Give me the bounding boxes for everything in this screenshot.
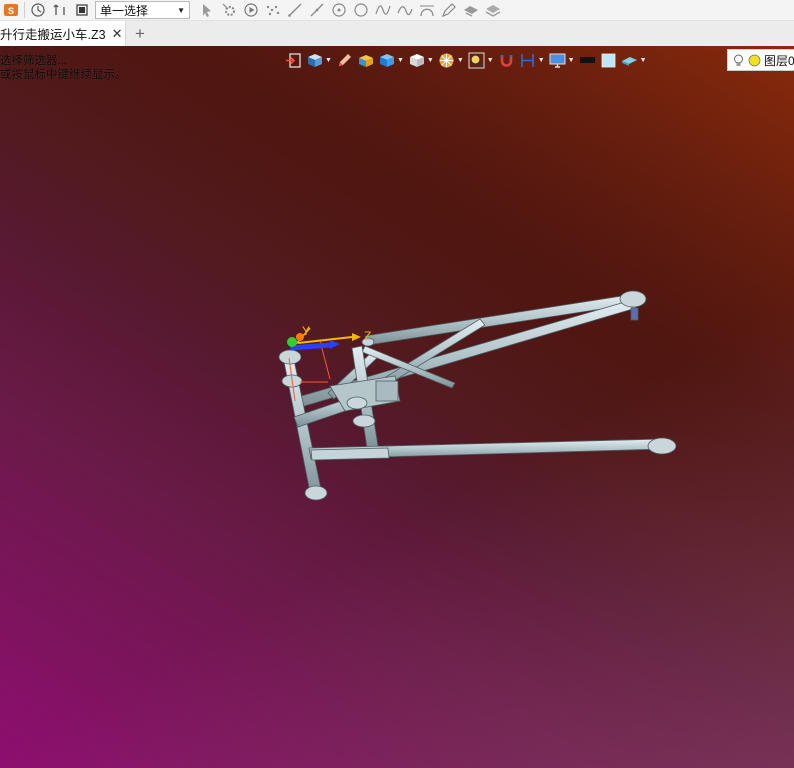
view-toolbar: ▼ ▼ ▼ ▼ ▼ ▼ ▼ ▼	[285, 49, 651, 71]
toolbar-separator	[24, 2, 25, 18]
chevron-down-icon: ▼	[567, 56, 575, 64]
white-cube-icon[interactable]: ▼	[408, 49, 434, 71]
selection-mode-select[interactable]: 单一选择 ▼	[95, 1, 190, 19]
section-icon[interactable]: ▼	[519, 49, 545, 71]
play-icon[interactable]	[240, 0, 262, 20]
layer-label: 图层0	[764, 53, 794, 68]
circle-icon[interactable]	[350, 0, 372, 20]
layer-color-icon	[748, 54, 761, 66]
circle-point-icon[interactable]	[328, 0, 350, 20]
close-icon[interactable]: ✕	[112, 26, 123, 42]
prompt-message-line2: 或按鼠标中键继续显示。	[0, 69, 127, 81]
pointer-icon[interactable]	[196, 0, 218, 20]
line2-icon[interactable]	[306, 0, 328, 20]
coordinate-triad: Y Z	[287, 324, 371, 351]
document-tab-bar: 升行走搬运小车.Z3 ✕ +	[0, 21, 794, 46]
app-logo-icon[interactable]: S	[0, 0, 22, 20]
plane-icon[interactable]: ▼	[621, 49, 647, 71]
render-style-icon[interactable]: ▼	[438, 49, 464, 71]
chevron-down-icon: ▼	[537, 56, 545, 64]
pen-icon[interactable]	[438, 0, 460, 20]
black-rect-icon[interactable]	[579, 49, 596, 71]
lightbulb-icon	[734, 54, 743, 66]
axis-y-label: Y	[302, 324, 310, 338]
arc-icon[interactable]	[416, 0, 438, 20]
chevron-down-icon: ▼	[426, 56, 434, 64]
chevron-down-icon: ▼	[325, 56, 332, 64]
gear-pick-icon[interactable]	[218, 0, 240, 20]
points-icon[interactable]	[262, 0, 284, 20]
main-toolbar: S 单一选择 ▼	[0, 0, 794, 21]
tab-document[interactable]: 升行走搬运小车.Z3 ✕	[0, 21, 126, 46]
light-blue-square-icon[interactable]	[600, 49, 617, 71]
zoom-fit-icon[interactable]: ▼	[468, 49, 494, 71]
cad-model[interactable]: Y Z	[0, 46, 794, 768]
selection-mode-value: 单一选择	[100, 3, 149, 18]
shaded-box-icon[interactable]	[357, 49, 374, 71]
magnet-icon[interactable]	[498, 49, 515, 71]
blue-cube-icon[interactable]: ▼	[378, 49, 404, 71]
pick-filter-icon[interactable]	[27, 0, 49, 20]
view-orient-icon[interactable]: ▼	[306, 49, 332, 71]
chevron-down-icon: ▼	[639, 56, 647, 64]
pencil-icon[interactable]	[336, 49, 353, 71]
chevron-down-icon: ▼	[177, 5, 185, 15]
svg-text:S: S	[8, 6, 14, 16]
layers-icon[interactable]	[460, 0, 482, 20]
chevron-down-icon: ▼	[396, 56, 404, 64]
stop-icon[interactable]	[71, 0, 93, 20]
spline-icon[interactable]	[372, 0, 394, 20]
tab-document-label: 升行走搬运小车.Z3	[0, 28, 106, 42]
line-icon[interactable]	[284, 0, 306, 20]
layer-selector[interactable]: 图层0	[727, 49, 794, 71]
axis-z-label: Z	[364, 329, 371, 343]
stack-icon[interactable]	[482, 0, 504, 20]
crane-frame	[278, 290, 677, 501]
3d-viewport[interactable]: 选择筛选器... 或按鼠标中键继续显示。 ▼ ▼ ▼ ▼ ▼ ▼ ▼ ▼ 图层0…	[0, 46, 794, 768]
undo-pick-icon[interactable]	[49, 0, 71, 20]
display-monitor-icon[interactable]: ▼	[549, 49, 575, 71]
exit-icon[interactable]	[285, 49, 302, 71]
curve-icon[interactable]	[394, 0, 416, 20]
add-tab-button[interactable]: +	[126, 21, 154, 46]
chevron-down-icon: ▼	[456, 56, 464, 64]
chevron-down-icon: ▼	[486, 56, 494, 64]
